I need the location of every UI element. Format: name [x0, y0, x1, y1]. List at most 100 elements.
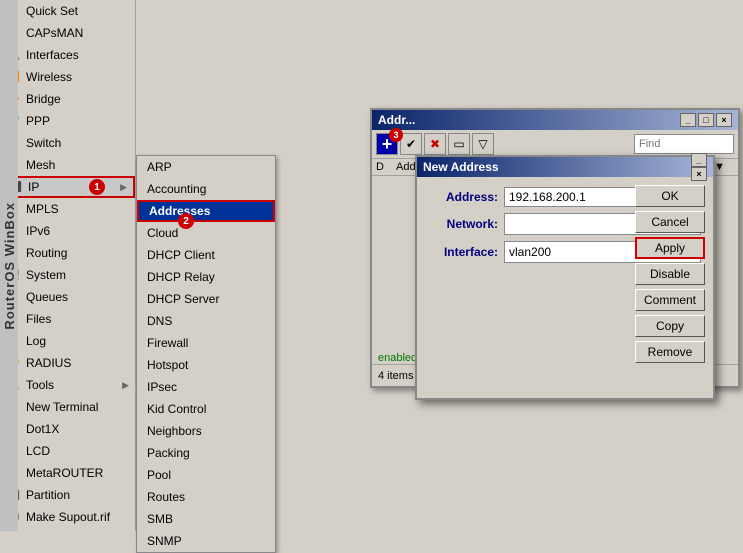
delete-icon: ✖: [430, 137, 440, 151]
sidebar-item-switch[interactable]: ⚙Switch: [0, 132, 135, 154]
submenu-item-dns[interactable]: DNS: [137, 310, 275, 332]
sidebar-item-metarouter[interactable]: ⬡MetaROUTER: [0, 462, 135, 484]
ok-button[interactable]: OK: [635, 185, 705, 207]
submenu-item-addresses[interactable]: Addresses: [137, 200, 275, 222]
submenu-item-pool[interactable]: Pool: [137, 464, 275, 486]
sidebar-label-ipv6: IPv6: [26, 224, 50, 238]
submenu-label-ipsec: IPsec: [147, 380, 177, 394]
search-box: [634, 134, 734, 154]
ip-arrow-icon: ▶: [120, 182, 127, 193]
submenu-item-packing[interactable]: Packing: [137, 442, 275, 464]
addr-filter-btn[interactable]: ▽: [472, 133, 494, 155]
addr-add-btn[interactable]: + 3: [376, 133, 398, 155]
addr-check-btn[interactable]: ✔: [400, 133, 422, 155]
sidebar-item-ip[interactable]: ⬛IP▶1: [0, 176, 135, 198]
sidebar-label-switch: Switch: [26, 136, 61, 150]
new-addr-titlebar: New Address _ ×: [417, 157, 713, 177]
submenu-item-accounting[interactable]: Accounting: [137, 178, 275, 200]
submenu-item-ipsec[interactable]: IPsec: [137, 376, 275, 398]
sidebar-item-radius[interactable]: 🔐RADIUS: [0, 352, 135, 374]
addr-delete-btn[interactable]: ✖: [424, 133, 446, 155]
sidebar-item-mesh[interactable]: •Mesh: [0, 154, 135, 176]
submenu-label-arp: ARP: [147, 160, 172, 174]
dialog-buttons: OK Cancel Apply Disable Comment Copy Rem…: [635, 185, 705, 363]
submenu-item-kid-control[interactable]: Kid Control: [137, 398, 275, 420]
new-address-dialog: New Address _ × Address: Network: Interf…: [415, 155, 715, 400]
addr-maximize-btn[interactable]: □: [698, 113, 714, 127]
sidebar-item-capsman[interactable]: 📡CAPsMAN: [0, 22, 135, 44]
sidebar-label-quick-set: Quick Set: [26, 4, 78, 18]
submenu-label-routes: Routes: [147, 490, 185, 504]
network-label: Network:: [429, 217, 504, 231]
sidebar-item-wireless[interactable]: 📶Wireless: [0, 66, 135, 88]
submenu-label-hotspot: Hotspot: [147, 358, 188, 372]
sidebar-label-queues: Queues: [26, 290, 68, 304]
sidebar-item-dot1x[interactable]: ●Dot1X: [0, 418, 135, 440]
sidebar-item-queues[interactable]: ☰Queues: [0, 286, 135, 308]
sidebar-label-routing: Routing: [26, 246, 67, 260]
addr-rect-btn[interactable]: ▭: [448, 133, 470, 155]
submenu-item-routes[interactable]: Routes: [137, 486, 275, 508]
submenu-item-cloud[interactable]: Cloud: [137, 222, 275, 244]
winbox-label: RouterOS WinBox: [2, 202, 17, 330]
sidebar-item-tools[interactable]: 🔧Tools▶: [0, 374, 135, 396]
sidebar-label-mesh: Mesh: [26, 158, 55, 172]
new-addr-minimize-btn[interactable]: _: [691, 153, 707, 167]
badge-1: 1: [89, 179, 105, 195]
sidebar-item-routing[interactable]: ↔Routing: [0, 242, 135, 264]
ip-submenu: ARPAccountingAddressesCloudDHCP ClientDH…: [136, 155, 276, 553]
sidebar-item-bridge[interactable]: 🔶Bridge: [0, 88, 135, 110]
addr-close-btn[interactable]: ×: [716, 113, 732, 127]
sidebar-item-quick-set[interactable]: ⚡Quick Set: [0, 0, 135, 22]
submenu-item-dhcp-client[interactable]: DHCP Client: [137, 244, 275, 266]
sidebar-label-metarouter: MetaROUTER: [26, 466, 103, 480]
address-label: Address:: [429, 190, 504, 204]
check-icon: ✔: [406, 137, 416, 151]
submenu-label-dns: DNS: [147, 314, 172, 328]
col-extra: ▼: [714, 161, 734, 173]
new-addr-win-controls: _ ×: [691, 153, 707, 181]
sidebar-label-radius: RADIUS: [26, 356, 71, 370]
addr-window-titlebar: Addr... _ □ ×: [372, 110, 738, 130]
submenu-item-dhcp-relay[interactable]: DHCP Relay: [137, 266, 275, 288]
sidebar-label-ppp: PPP: [26, 114, 50, 128]
sidebar-item-interfaces[interactable]: 🔌Interfaces: [0, 44, 135, 66]
rect-icon: ▭: [453, 137, 464, 151]
sidebar-item-partition[interactable]: 💾Partition: [0, 484, 135, 506]
sidebar-label-bridge: Bridge: [26, 92, 61, 106]
sidebar-item-make-supout[interactable]: 📦Make Supout.rif: [0, 506, 135, 528]
copy-button[interactable]: Copy: [635, 315, 705, 337]
submenu-item-firewall[interactable]: Firewall: [137, 332, 275, 354]
disable-button[interactable]: Disable: [635, 263, 705, 285]
sidebar-item-new-terminal[interactable]: ▶New Terminal: [0, 396, 135, 418]
cancel-button[interactable]: Cancel: [635, 211, 705, 233]
apply-button[interactable]: Apply: [635, 237, 705, 259]
sidebar-item-mpls[interactable]: 〽MPLS: [0, 198, 135, 220]
addr-window-title: Addr...: [378, 113, 415, 127]
new-addr-title: New Address: [423, 160, 499, 174]
sidebar-item-lcd[interactable]: ▦LCD: [0, 440, 135, 462]
sidebar-item-system[interactable]: 🖥System: [0, 264, 135, 286]
submenu-item-hotspot[interactable]: Hotspot: [137, 354, 275, 376]
new-addr-close-btn[interactable]: ×: [691, 167, 707, 181]
addr-minimize-btn[interactable]: _: [680, 113, 696, 127]
remove-button[interactable]: Remove: [635, 341, 705, 363]
addr-search-input[interactable]: [634, 134, 734, 154]
sidebar-label-make-supout: Make Supout.rif: [26, 510, 110, 524]
filter-icon: ▽: [478, 137, 487, 151]
sidebar-label-lcd: LCD: [26, 444, 50, 458]
comment-button[interactable]: Comment: [635, 289, 705, 311]
col-d: D: [376, 161, 396, 173]
sidebar-item-files[interactable]: 📁Files: [0, 308, 135, 330]
submenu-item-dhcp-server[interactable]: DHCP Server: [137, 288, 275, 310]
tools-arrow-icon: ▶: [122, 380, 129, 391]
sidebar-item-ppp[interactable]: 🔗PPP: [0, 110, 135, 132]
submenu-item-neighbors[interactable]: Neighbors: [137, 420, 275, 442]
sidebar-item-log[interactable]: 📋Log: [0, 330, 135, 352]
submenu-item-smb[interactable]: SMB: [137, 508, 275, 530]
sidebar-item-ipv6[interactable]: 6IPv6: [0, 220, 135, 242]
sidebar: ⚡Quick Set📡CAPsMAN🔌Interfaces📶Wireless🔶B…: [0, 0, 136, 531]
submenu-item-snmp[interactable]: SNMP: [137, 530, 275, 552]
submenu-item-arp[interactable]: ARP: [137, 156, 275, 178]
submenu-label-pool: Pool: [147, 468, 171, 482]
